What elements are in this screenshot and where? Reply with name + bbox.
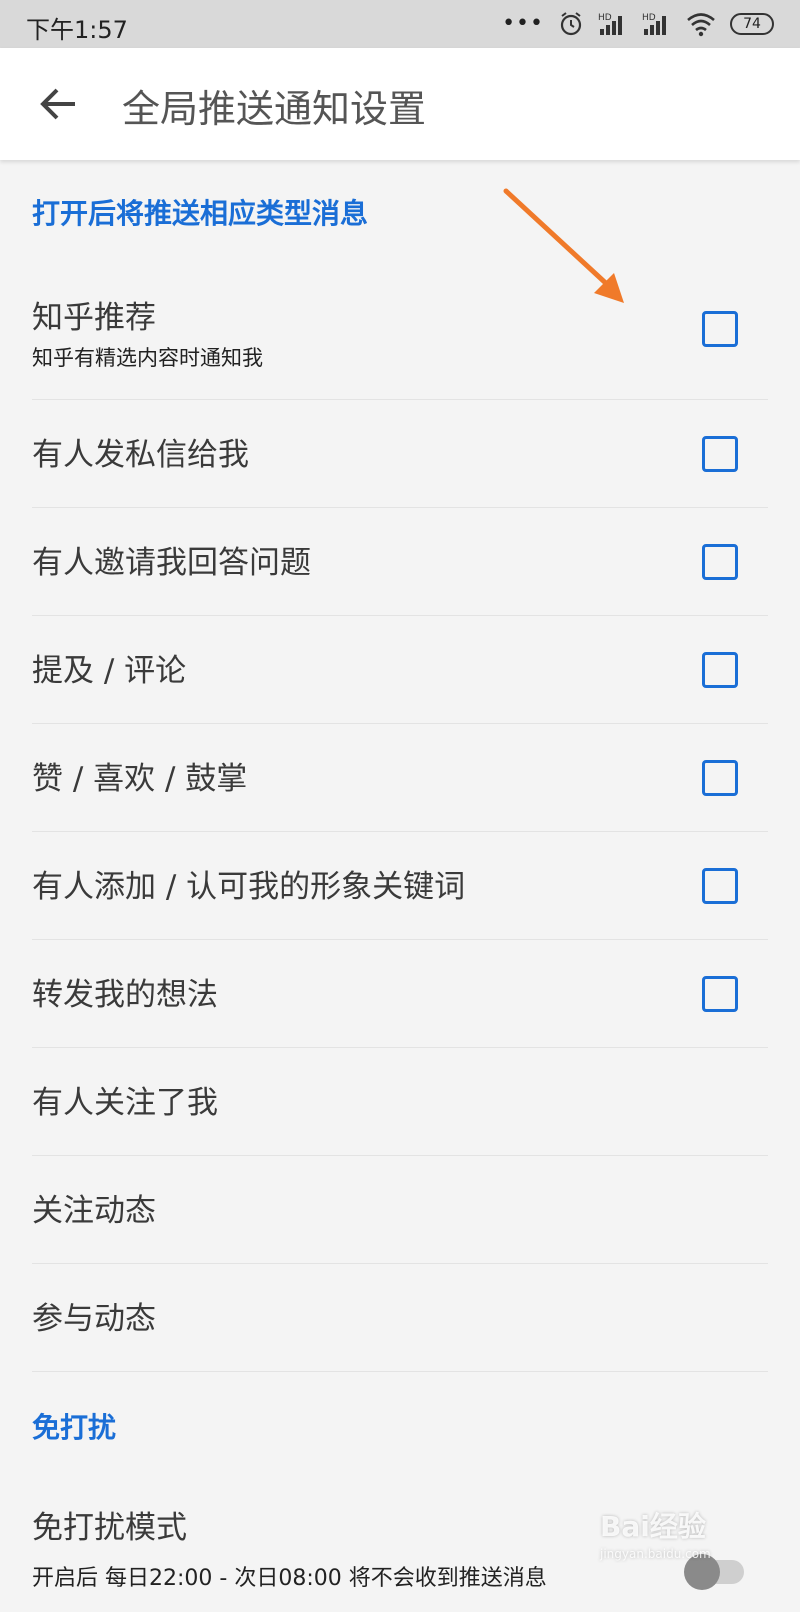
setting-title: 知乎推荐 xyxy=(32,300,156,336)
status-icons: ••• HD HD 74 xyxy=(502,9,774,39)
checkbox[interactable] xyxy=(702,976,738,1012)
svg-text:HD: HD xyxy=(598,13,612,23)
checkbox[interactable] xyxy=(702,868,738,904)
back-button[interactable] xyxy=(34,80,82,128)
setting-row-followed[interactable]: 有人关注了我 xyxy=(32,1048,768,1156)
watermark-logo: Bai经验 jingyan.baidu.com xyxy=(600,1505,760,1575)
checkbox[interactable] xyxy=(702,436,738,472)
setting-title: 关注动态 xyxy=(32,1193,156,1229)
section-header-push: 打开后将推送相应类型消息 xyxy=(32,197,369,230)
checkbox[interactable] xyxy=(702,760,738,796)
checkbox[interactable] xyxy=(702,652,738,688)
setting-title: 有人邀请我回答问题 xyxy=(32,545,311,581)
setting-row-follow-activity[interactable]: 关注动态 xyxy=(32,1156,768,1264)
setting-title: 免打扰模式 xyxy=(32,1510,187,1546)
checkbox[interactable] xyxy=(702,311,738,347)
watermark-text: Bai经验 xyxy=(600,1510,706,1543)
setting-row-like[interactable]: 赞 / 喜欢 / 鼓掌 xyxy=(32,724,768,832)
signal-hd-icon: HD xyxy=(598,13,622,35)
watermark-subtext: jingyan.baidu.com xyxy=(600,1547,711,1561)
app-bar: 全局推送通知设置 xyxy=(0,48,800,160)
status-time: 下午1:57 xyxy=(26,16,128,44)
setting-title: 参与动态 xyxy=(32,1301,156,1337)
setting-title: 有人关注了我 xyxy=(32,1085,218,1121)
more-dots-icon: ••• xyxy=(502,11,544,36)
setting-title: 提及 / 评论 xyxy=(32,653,187,689)
svg-text:HD: HD xyxy=(642,13,656,23)
setting-row-keyword[interactable]: 有人添加 / 认可我的形象关键词 xyxy=(32,832,768,940)
arrow-left-icon xyxy=(40,88,75,120)
status-bar: 下午1:57 ••• HD HD 74 xyxy=(0,0,800,48)
setting-row-private-message[interactable]: 有人发私信给我 xyxy=(32,400,768,508)
setting-subtitle: 开启后 每日22:00 - 次日08:00 将不会收到推送消息 xyxy=(32,1566,547,1591)
setting-subtitle: 知乎有精选内容时通知我 xyxy=(32,346,263,370)
setting-row-repost[interactable]: 转发我的想法 xyxy=(32,940,768,1048)
wifi-icon xyxy=(687,13,715,37)
battery-icon: 74 xyxy=(730,13,774,35)
signal-hd-icon-2: HD xyxy=(642,13,666,35)
setting-row-zhihu-recommend[interactable]: 知乎推荐 知乎有精选内容时通知我 xyxy=(32,264,768,400)
section-header-dnd: 免打扰 xyxy=(32,1411,117,1444)
setting-title: 有人发私信给我 xyxy=(32,437,249,473)
setting-title: 赞 / 喜欢 / 鼓掌 xyxy=(32,761,248,797)
checkbox[interactable] xyxy=(702,544,738,580)
setting-row-mention-comment[interactable]: 提及 / 评论 xyxy=(32,616,768,724)
page-title: 全局推送通知设置 xyxy=(122,87,427,131)
setting-row-participate-activity[interactable]: 参与动态 xyxy=(32,1264,768,1372)
settings-list: 打开后将推送相应类型消息 知乎推荐 知乎有精选内容时通知我 有人发私信给我 有人… xyxy=(0,160,800,1612)
setting-title: 有人添加 / 认可我的形象关键词 xyxy=(32,869,466,905)
setting-title: 转发我的想法 xyxy=(32,977,218,1013)
alarm-icon xyxy=(560,12,582,36)
setting-row-invite-answer[interactable]: 有人邀请我回答问题 xyxy=(32,508,768,616)
annotation-arrow-icon xyxy=(503,188,624,303)
